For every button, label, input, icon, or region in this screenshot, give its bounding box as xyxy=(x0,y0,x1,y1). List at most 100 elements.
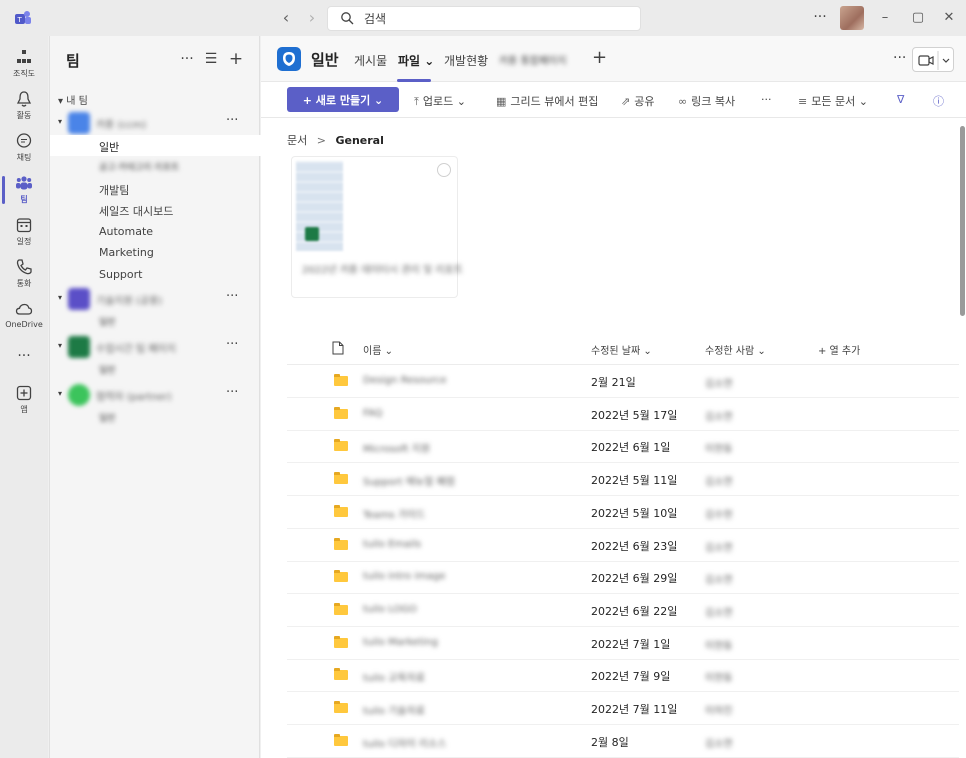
share-icon: ⇗ xyxy=(621,95,631,108)
scrollbar[interactable] xyxy=(960,126,965,316)
back-arrow-icon[interactable]: ‹ xyxy=(276,8,296,28)
table-row[interactable]: Design Resource 2월 21일 김소연 xyxy=(287,365,959,398)
more-options-icon[interactable]: ··· xyxy=(226,289,238,304)
new-button[interactable]: + 새로 만들기 ⌄ xyxy=(287,87,399,112)
modified-date: 2022년 6월 29일 xyxy=(591,572,678,586)
folder-icon xyxy=(334,504,348,517)
table-row[interactable]: tuilo 디자이 리소스 2월 8일 김소연 xyxy=(287,725,959,758)
close-icon[interactable]: ✕ xyxy=(938,8,960,28)
file-type-icon[interactable] xyxy=(332,341,344,355)
file-name[interactable]: FAQ xyxy=(363,408,382,419)
my-teams-section[interactable]: ▾ 내 팀 xyxy=(58,92,88,107)
modified-date: 2022년 5월 11일 xyxy=(591,474,678,488)
channel-item[interactable]: 세일즈 대시보드 xyxy=(50,199,261,220)
table-row[interactable]: tuilo Marketing 2022년 7월 1일 이현동 xyxy=(287,627,959,660)
file-name[interactable]: tuilo LOGO xyxy=(363,604,417,615)
breadcrumb-separator: > xyxy=(316,134,326,147)
file-name[interactable]: tuilo Emails xyxy=(363,539,421,550)
upload-icon: ⤒ xyxy=(414,95,419,108)
column-modified[interactable]: 수정된 날짜 ⌄ xyxy=(591,342,652,357)
more-options-icon[interactable]: ··· xyxy=(179,51,195,67)
table-row[interactable]: tuilo Emails 2022년 6월 23일 김소연 xyxy=(287,529,959,562)
more-options-icon[interactable]: ··· xyxy=(226,385,238,400)
rail-teams[interactable]: 팀 xyxy=(0,170,48,212)
rail-more[interactable]: ··· xyxy=(0,342,48,384)
file-name[interactable]: Microsoft 지원 xyxy=(363,440,430,455)
share-button[interactable]: ⇗ 공유 xyxy=(621,93,654,109)
forward-arrow-icon[interactable]: › xyxy=(302,8,322,28)
tab-custom[interactable]: 카툰 통합페이지 xyxy=(499,52,567,67)
more-options-icon[interactable]: ··· xyxy=(226,113,238,128)
channel-item[interactable]: Support xyxy=(50,264,261,285)
table-row[interactable]: tuilo intro image 2022년 6월 29일 김소연 xyxy=(287,561,959,595)
more-options-icon[interactable]: ··· xyxy=(761,93,772,106)
file-name[interactable]: tuilo 디자이 리소스 xyxy=(363,735,447,750)
filter-icon[interactable]: ☰ xyxy=(203,51,219,67)
search-box[interactable] xyxy=(327,6,641,31)
channel-item[interactable]: 일반 xyxy=(50,359,261,380)
table-row[interactable]: Support 매뉴얼 폐렴 2022년 5월 11일 김소연 xyxy=(287,463,959,497)
breadcrumb-root[interactable]: 문서 xyxy=(287,134,307,147)
more-options-icon[interactable]: ··· xyxy=(811,8,829,28)
table-row[interactable]: tuilo 교육자료 2022년 7월 9일 이현동 xyxy=(287,659,959,693)
maximize-icon[interactable]: ▢ xyxy=(907,8,929,28)
rail-org-chart[interactable]: 조직도 xyxy=(0,44,48,86)
channel-item[interactable]: 일반 xyxy=(50,311,261,332)
team-row[interactable]: ▾ 카툰 (ccm) ··· xyxy=(50,110,261,136)
team-row[interactable]: ▾ 협력자 (partner) ··· xyxy=(50,382,261,408)
add-column-button[interactable]: + 열 추가 xyxy=(818,342,860,357)
channel-item[interactable]: Automate xyxy=(50,221,261,242)
table-row[interactable]: FAQ 2022년 5월 17일 김소연 xyxy=(287,398,959,431)
channel-item[interactable]: Marketing xyxy=(50,242,261,263)
channel-item[interactable]: 일반 xyxy=(50,135,261,156)
tab-files[interactable]: 파일 ⌄ xyxy=(398,52,434,69)
file-name[interactable]: Design Resource xyxy=(363,375,447,386)
channel-title: 일반 xyxy=(311,51,339,69)
channel-item[interactable]: 일반 xyxy=(50,407,261,428)
channel-item[interactable]: 공고·카테고리 리포트 xyxy=(50,156,261,177)
add-tab-icon[interactable]: + xyxy=(592,47,607,68)
more-icon: ··· xyxy=(17,348,31,364)
column-name[interactable]: 이름 ⌄ xyxy=(363,342,393,357)
search-input[interactable] xyxy=(364,10,624,28)
file-name[interactable]: Support 매뉴얼 폐렴 xyxy=(363,473,455,488)
filter-icon[interactable]: ∇ xyxy=(897,93,904,106)
view-selector[interactable]: ≡ 모든 문서 ⌄ xyxy=(798,93,868,109)
add-icon[interactable]: + xyxy=(228,51,244,68)
file-tile[interactable]: 2022년 카툰 데이터시 관리 및 리포트 xyxy=(291,156,463,298)
team-row[interactable]: ▾ 수업시간 팀 페이지 ··· xyxy=(50,334,261,360)
grid-edit-button[interactable]: ▦ 그리드 뷰에서 편집 xyxy=(496,93,598,109)
column-modified-by[interactable]: 수정한 사람 ⌄ xyxy=(705,342,766,357)
copy-link-button[interactable]: ∞ 링크 복사 xyxy=(678,93,735,109)
info-icon[interactable]: ⓘ xyxy=(933,93,944,109)
more-options-icon[interactable]: ··· xyxy=(226,337,238,352)
team-row[interactable]: ▾ 기술지원 (공용) ··· xyxy=(50,286,261,312)
rail-activity[interactable]: 활동 xyxy=(0,86,48,128)
rail-apps[interactable]: 앱 xyxy=(0,380,48,422)
tab-dev-status[interactable]: 개발현황 xyxy=(444,52,488,69)
file-name[interactable]: tuilo Marketing xyxy=(363,637,438,648)
team-avatar xyxy=(68,112,90,134)
channel-header: 일반 게시물 파일 ⌄ 개발현황 카툰 통합페이지 + ··· xyxy=(261,36,966,82)
table-row[interactable]: Microsoft 지원 2022년 6월 1일 이현동 xyxy=(287,430,959,464)
file-name[interactable]: tuilo intro image xyxy=(363,571,446,582)
more-options-icon[interactable]: ··· xyxy=(893,50,906,66)
table-row[interactable]: tuilo LOGO 2022년 6월 22일 김소연 xyxy=(287,594,959,627)
breadcrumb: 문서 > General xyxy=(287,132,384,148)
rail-onedrive[interactable]: OneDrive xyxy=(0,296,48,338)
profile-avatar[interactable] xyxy=(840,6,864,30)
upload-button[interactable]: ⤒ 업로드 ⌄ xyxy=(414,93,466,109)
rail-calls[interactable]: 통화 xyxy=(0,254,48,296)
file-name[interactable]: tuilo 교육자료 xyxy=(363,669,425,684)
tab-posts[interactable]: 게시물 xyxy=(354,52,387,69)
file-name[interactable]: Teams 가이드 xyxy=(363,506,425,521)
select-checkbox[interactable] xyxy=(437,163,451,177)
channel-item[interactable]: 개발팀 xyxy=(50,178,261,199)
table-row[interactable]: tuilo 기술자료 2022년 7월 11일 이하진 xyxy=(287,692,959,725)
rail-chat[interactable]: 채팅 xyxy=(0,128,48,170)
rail-calendar[interactable]: 일정 xyxy=(0,212,48,254)
file-name[interactable]: tuilo 기술자료 xyxy=(363,702,425,717)
meet-button[interactable] xyxy=(912,47,954,72)
table-row[interactable]: Teams 가이드 2022년 5월 10일 김수현 xyxy=(287,496,959,529)
minimize-icon[interactable]: – xyxy=(874,8,896,28)
